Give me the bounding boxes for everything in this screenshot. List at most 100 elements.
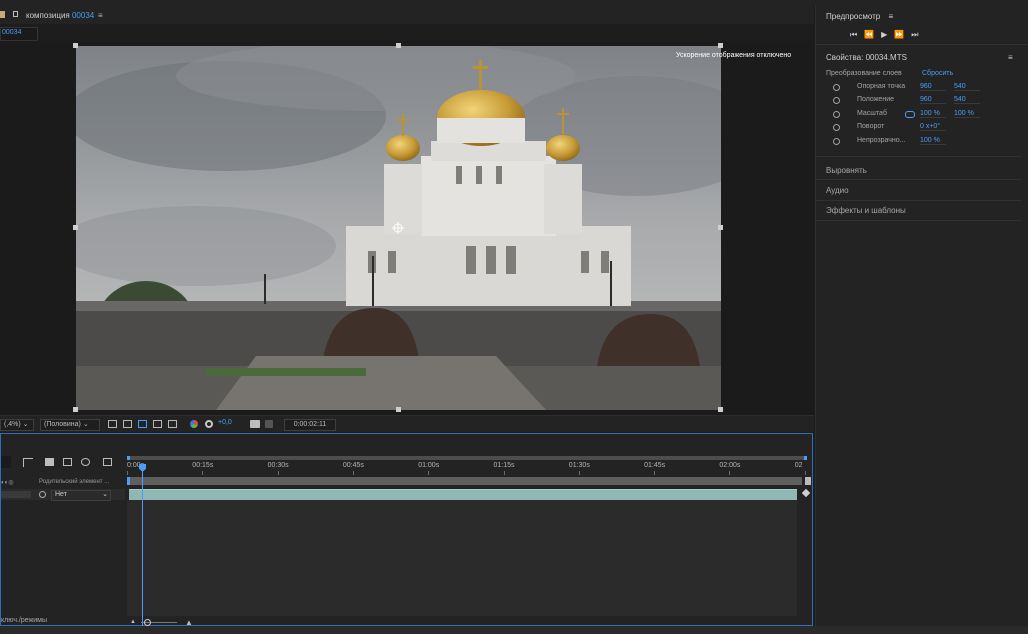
zoom-slider-handle[interactable] <box>144 619 151 626</box>
preview-panel-menu-icon[interactable]: ≡ <box>889 12 894 21</box>
transform-handle-bl[interactable] <box>73 407 78 412</box>
property-label: Положение <box>857 96 894 103</box>
property-row-rotation: Поворот 0 x+0° <box>833 122 1023 134</box>
prev-frame-icon[interactable]: ⏪ <box>864 30 881 39</box>
layer-switch-boxes[interactable] <box>1 491 31 498</box>
comp-subtab[interactable]: 00034 <box>0 27 38 41</box>
properties-panel-menu-icon[interactable]: ≡ <box>1008 53 1013 62</box>
shy-layers-icon[interactable] <box>63 458 72 466</box>
zoom-out-icon[interactable]: ▲ <box>130 619 136 625</box>
ruler-tick <box>352 471 354 475</box>
exposure-value[interactable]: +0,0 <box>218 419 232 426</box>
property-value-rotation[interactable]: 0 x+0° <box>920 123 946 131</box>
property-value-x[interactable]: 960 <box>920 83 946 91</box>
transparency-grid-icon[interactable] <box>123 420 132 428</box>
ruler-tick-label: 00:45s <box>342 462 364 469</box>
ruler-tick <box>428 471 430 475</box>
timeline-panel: ◐◐◎ Родительский элемент ... Нет ⌄ 0:00s… <box>0 433 813 627</box>
time-ruler[interactable]: 0:00s 00:15s 00:30s 00:45s 01:00s 01:15s 01:30… <box>127 462 806 475</box>
stopwatch-icon[interactable] <box>833 97 840 104</box>
property-label: Масштаб <box>857 110 887 117</box>
transform-handle-tc[interactable] <box>396 43 401 48</box>
draft-3d-icon[interactable] <box>45 458 54 466</box>
property-value-x[interactable]: 960 <box>920 96 946 104</box>
lock-icon[interactable] <box>13 11 18 17</box>
current-time-display[interactable]: 0:00:02:11 <box>284 419 336 431</box>
section-align[interactable]: Выровнять <box>826 166 867 175</box>
layer-clip-bar[interactable] <box>129 489 797 500</box>
reset-link[interactable]: Сбросить <box>922 70 953 77</box>
stopwatch-icon[interactable] <box>833 84 840 91</box>
transform-handle-ml[interactable] <box>73 225 78 230</box>
graph-editor-icon[interactable] <box>103 458 112 466</box>
layer-row[interactable]: Нет ⌄ <box>1 489 125 501</box>
property-value-y[interactable]: 540 <box>954 96 980 104</box>
transform-handle-br[interactable] <box>718 407 723 412</box>
frame-blending-icon[interactable] <box>81 458 90 466</box>
last-frame-icon[interactable]: ⏭ <box>911 30 925 39</box>
snapshot-icon[interactable] <box>250 420 260 428</box>
section-effects-presets[interactable]: Эффекты и шаблоны <box>826 206 906 215</box>
taskbar-strip <box>0 626 1028 634</box>
panel-menu-icon[interactable]: ≡ <box>98 11 103 20</box>
comp-color-swatch <box>0 11 5 18</box>
clip-end-keyframe-icon[interactable] <box>801 488 811 498</box>
constrain-proportions-icon[interactable] <box>905 111 915 118</box>
timeline-navigator[interactable] <box>127 456 807 460</box>
property-value-x[interactable]: 100 % <box>920 110 946 118</box>
ruler-tick <box>578 471 580 475</box>
transform-handle-tr[interactable] <box>718 43 723 48</box>
show-snapshot-icon[interactable] <box>265 420 273 428</box>
region-of-interest-icon[interactable] <box>153 420 162 428</box>
parent-dropdown[interactable]: Нет ⌄ <box>51 490 111 501</box>
composition-title-prefix: композиция <box>26 11 70 20</box>
timeline-search-box[interactable] <box>1 456 11 468</box>
ruler-tick <box>503 471 505 475</box>
pickwhip-icon[interactable] <box>39 491 46 498</box>
property-value-y[interactable]: 100 % <box>954 110 980 118</box>
comp-subtab-label: 00034 <box>2 29 22 36</box>
grid-guides-icon[interactable] <box>168 420 177 428</box>
ruler-tick <box>277 471 279 475</box>
resolution-dropdown[interactable]: (Половина) ⌄ <box>40 419 100 431</box>
stopwatch-icon[interactable] <box>833 111 840 118</box>
work-area-end-marker[interactable] <box>805 477 811 485</box>
audio-divider <box>816 200 1021 201</box>
preview-divider <box>816 44 1028 45</box>
property-row-opacity: Непрозрачно... 100 % <box>833 136 1023 148</box>
play-icon[interactable]: ▶ <box>881 30 894 39</box>
viewer-frame-image[interactable] <box>76 46 721 410</box>
color-channels-icon[interactable] <box>190 420 198 428</box>
next-frame-icon[interactable]: ⏩ <box>894 30 911 39</box>
transform-handle-tl[interactable] <box>73 43 78 48</box>
composition-tab[interactable]: композиция 00034 <box>26 11 94 20</box>
stopwatch-icon[interactable] <box>833 138 840 145</box>
parent-column-header: Родительский элемент ... <box>39 479 110 485</box>
viewer-toolbar: (,4%) ⌄ (Половина) ⌄ +0,0 0:00:02:11 <box>0 415 814 432</box>
work-area-bar[interactable] <box>127 477 802 485</box>
properties-divider <box>816 156 1021 157</box>
ruler-tick-label: 01:30s <box>568 462 590 469</box>
fast-preview-icon[interactable] <box>108 420 117 428</box>
composition-panel-header: композиция 00034 ≡ <box>0 6 814 24</box>
layer-transform-section: Преобразование слоев <box>826 70 902 77</box>
mask-visibility-icon[interactable] <box>138 420 147 428</box>
preview-title-text: Предпросмотр <box>826 12 881 21</box>
parent-value: Нет <box>55 491 67 498</box>
property-value-opacity[interactable]: 100 % <box>920 137 946 145</box>
property-value-y[interactable]: 540 <box>954 83 980 91</box>
playhead-line[interactable] <box>142 464 143 626</box>
section-audio[interactable]: Аудио <box>826 186 849 195</box>
layer-header-row: ◐◐◎ Родительский элемент ... <box>1 477 125 487</box>
transform-handle-mr[interactable] <box>718 225 723 230</box>
transform-handle-bc[interactable] <box>396 407 401 412</box>
first-frame-icon[interactable]: ⏮ <box>850 30 864 39</box>
render-mode-label[interactable]: ключ./режимы <box>1 617 47 624</box>
ruler-tick <box>654 471 656 475</box>
zoom-dropdown[interactable]: (,4%) ⌄ <box>0 419 34 431</box>
track-area[interactable] <box>127 500 797 616</box>
comp-mini-flowchart-icon[interactable] <box>23 458 33 467</box>
stopwatch-icon[interactable] <box>833 124 840 131</box>
audio-video-switch-icons[interactable]: ◐◐◎ <box>1 479 13 486</box>
exposure-reset-icon[interactable] <box>205 420 213 428</box>
